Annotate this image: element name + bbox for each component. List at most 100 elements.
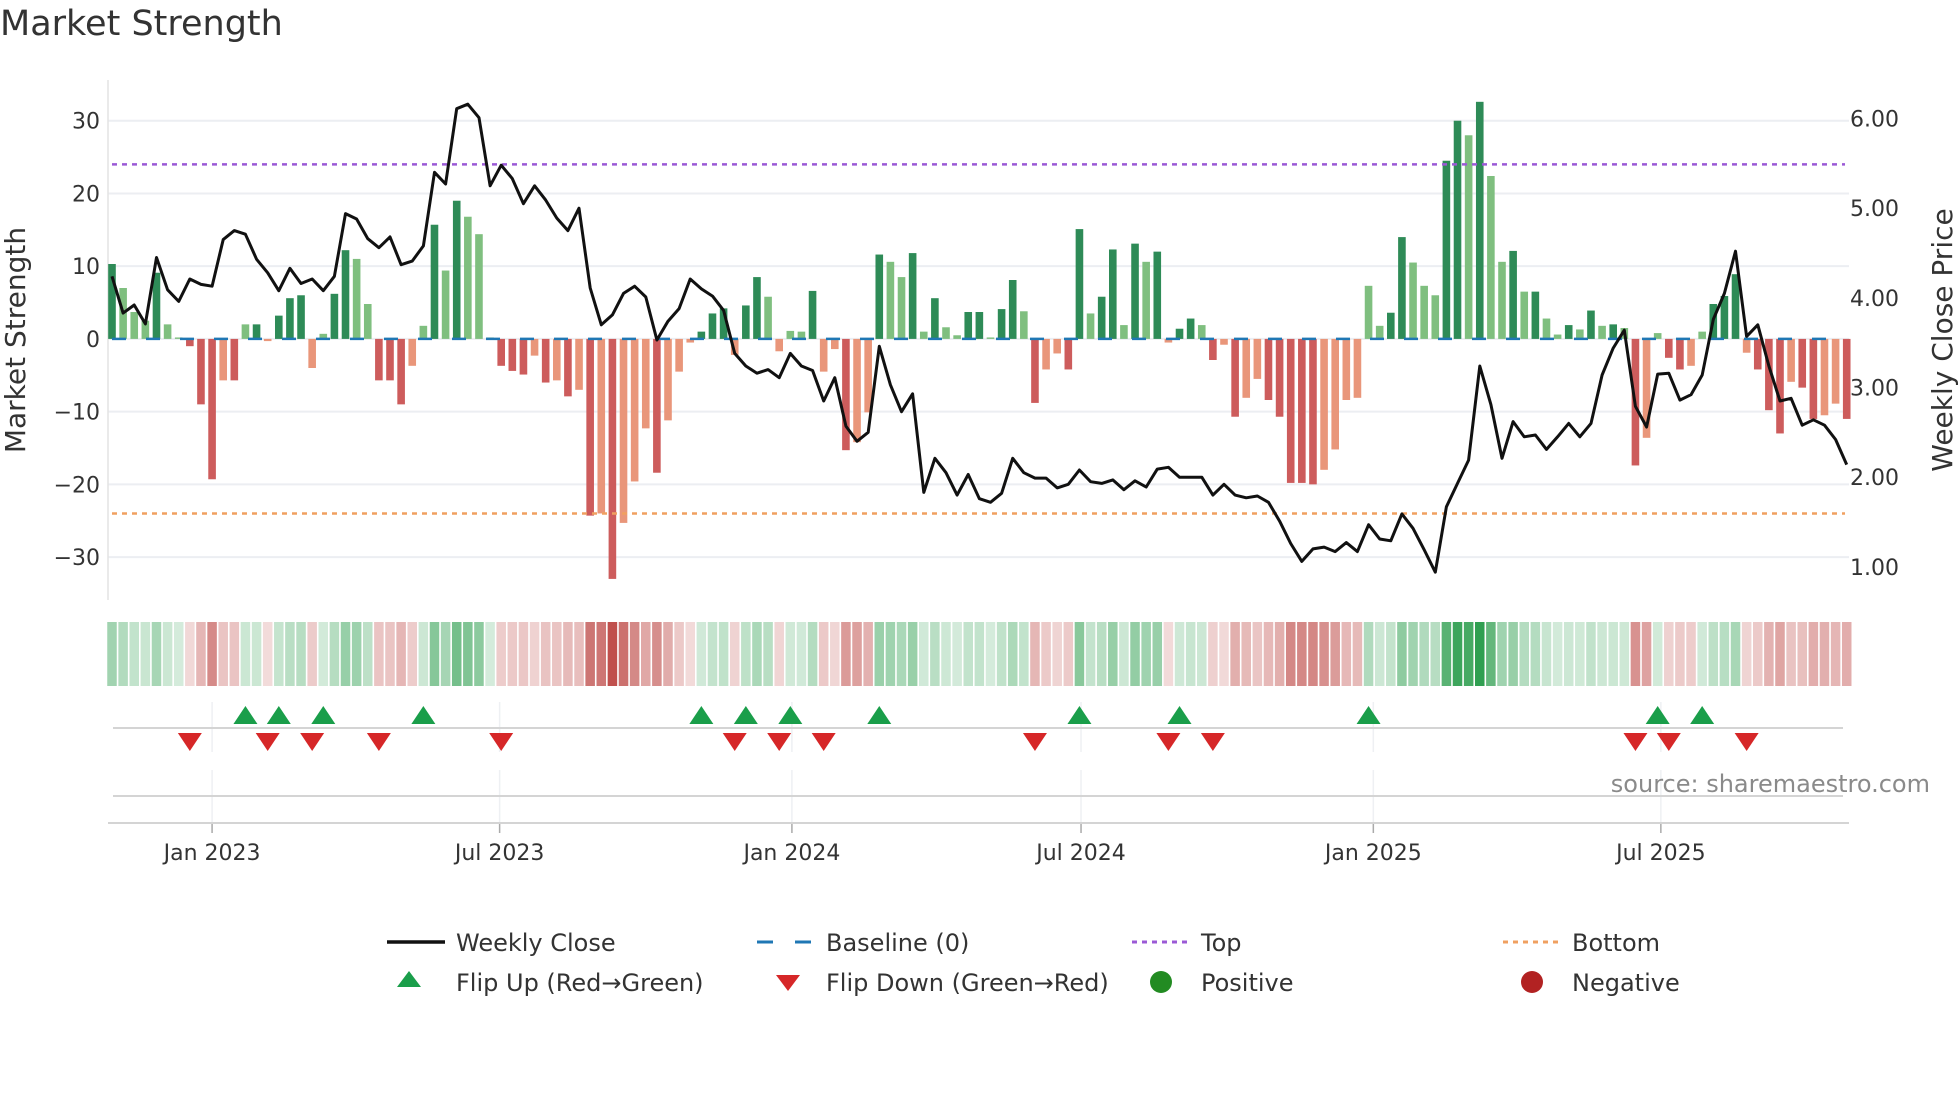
heat-cell	[1341, 622, 1352, 686]
heat-cell	[1408, 622, 1418, 686]
flip-up-marker	[233, 706, 258, 724]
heat-cell	[1475, 622, 1485, 686]
heat-cell	[1575, 622, 1585, 686]
strength-bar	[475, 234, 483, 339]
strength-bar	[1776, 338, 1784, 434]
heat-cell	[274, 622, 284, 686]
strength-bar	[842, 338, 850, 451]
legend-label: Bottom	[1572, 929, 1660, 957]
strength-bar	[297, 295, 305, 339]
strength-bar	[1453, 120, 1462, 339]
heat-cell	[774, 622, 784, 686]
heat-cell	[218, 622, 228, 686]
strength-bar	[208, 338, 216, 480]
flip-down-marker	[1623, 733, 1648, 751]
strength-bar	[1498, 261, 1506, 339]
strength-bar	[897, 277, 906, 339]
strength-bar	[753, 277, 761, 339]
strength-bar	[275, 315, 283, 339]
strength-bar	[130, 312, 139, 339]
strength-bar	[942, 327, 950, 339]
strength-bar	[1253, 338, 1262, 379]
heat-cell	[718, 622, 729, 686]
heat-cell	[941, 622, 951, 686]
strength-bar	[1731, 274, 1740, 339]
legend-label: Flip Down (Green→Red)	[826, 969, 1109, 997]
heat-cell	[1074, 622, 1085, 686]
flip-down-marker	[255, 733, 280, 751]
strength-bar	[742, 305, 750, 339]
strength-bar	[452, 200, 461, 339]
strength-bar	[1698, 331, 1706, 339]
heat-cell	[785, 622, 796, 686]
y-left-axis-title: Market Strength	[0, 227, 32, 453]
heat-cell	[1619, 622, 1630, 686]
strength-bar	[664, 338, 672, 421]
strength-bar	[775, 338, 783, 352]
heat-cell	[1163, 622, 1174, 686]
legend-item-bottom: Bottom	[1503, 929, 1660, 957]
strength-bar	[1809, 338, 1818, 419]
x-tick-label: Jan 2025	[1323, 841, 1422, 866]
strength-bar	[608, 338, 617, 579]
flip-up-marker	[311, 706, 336, 724]
heat-cell	[1697, 622, 1707, 686]
heat-cell	[1374, 622, 1385, 686]
strength-bar	[197, 338, 205, 405]
heat-cell	[763, 622, 773, 686]
heat-cell	[1297, 622, 1307, 686]
strength-bar	[886, 261, 895, 339]
strength-bar	[1298, 338, 1306, 483]
strength-bar	[330, 293, 339, 339]
heat-cell	[1508, 622, 1518, 686]
heat-cell	[1497, 622, 1507, 686]
heat-cell	[1096, 622, 1107, 686]
flip-up-marker	[1645, 706, 1670, 724]
heat-cell	[563, 622, 573, 686]
market-strength-chart: 30 20 10 0 −10 −20 −30 6.00 5.00 4.00 3.00 2.00 1.00…	[0, 80, 1959, 997]
flip-down-marker	[1200, 733, 1225, 751]
legend-triangle-up-icon	[397, 971, 421, 987]
heat-cell	[307, 622, 317, 686]
y-left-tick-label: −10	[54, 401, 100, 426]
heat-cell	[863, 622, 873, 686]
strength-bar	[1220, 338, 1228, 345]
heat-cell	[1841, 622, 1852, 686]
flip-up-marker	[411, 706, 436, 724]
heat-cell	[1675, 622, 1685, 686]
strength-bar	[1753, 338, 1762, 370]
heat-cell	[151, 622, 162, 686]
heat-cell	[1063, 622, 1074, 686]
heat-cell	[407, 622, 417, 686]
heat-cell	[652, 622, 662, 686]
heat-cell	[251, 622, 262, 686]
flip-up-marker	[867, 706, 892, 724]
flip-down-marker	[489, 733, 514, 751]
strength-bar	[419, 325, 428, 339]
strength-bar	[1420, 285, 1428, 339]
heat-cell	[1430, 622, 1441, 686]
heat-cell	[440, 622, 451, 686]
flip-down-marker	[722, 733, 747, 751]
flip-down-marker	[366, 733, 391, 751]
heat-cell	[1030, 622, 1040, 686]
heat-cell	[741, 622, 751, 686]
strength-bar	[1331, 338, 1339, 450]
heat-cell	[641, 622, 651, 686]
strength-bar	[1398, 237, 1406, 339]
heat-cell	[1319, 622, 1329, 686]
heat-cell	[885, 622, 896, 686]
heat-cell	[240, 622, 251, 686]
heat-cell	[930, 622, 940, 686]
heat-cell	[1285, 622, 1296, 686]
strength-bar	[997, 309, 1006, 339]
x-tick-label: Jul 2024	[1034, 841, 1126, 866]
heat-cell	[1019, 622, 1029, 686]
strength-bar	[1186, 318, 1195, 339]
heat-cell	[1252, 622, 1263, 686]
strength-bar	[1131, 243, 1139, 339]
legend-label: Top	[1200, 929, 1242, 957]
strength-bar	[152, 272, 161, 339]
heat-cell	[463, 622, 473, 686]
heat-cell	[385, 622, 395, 686]
